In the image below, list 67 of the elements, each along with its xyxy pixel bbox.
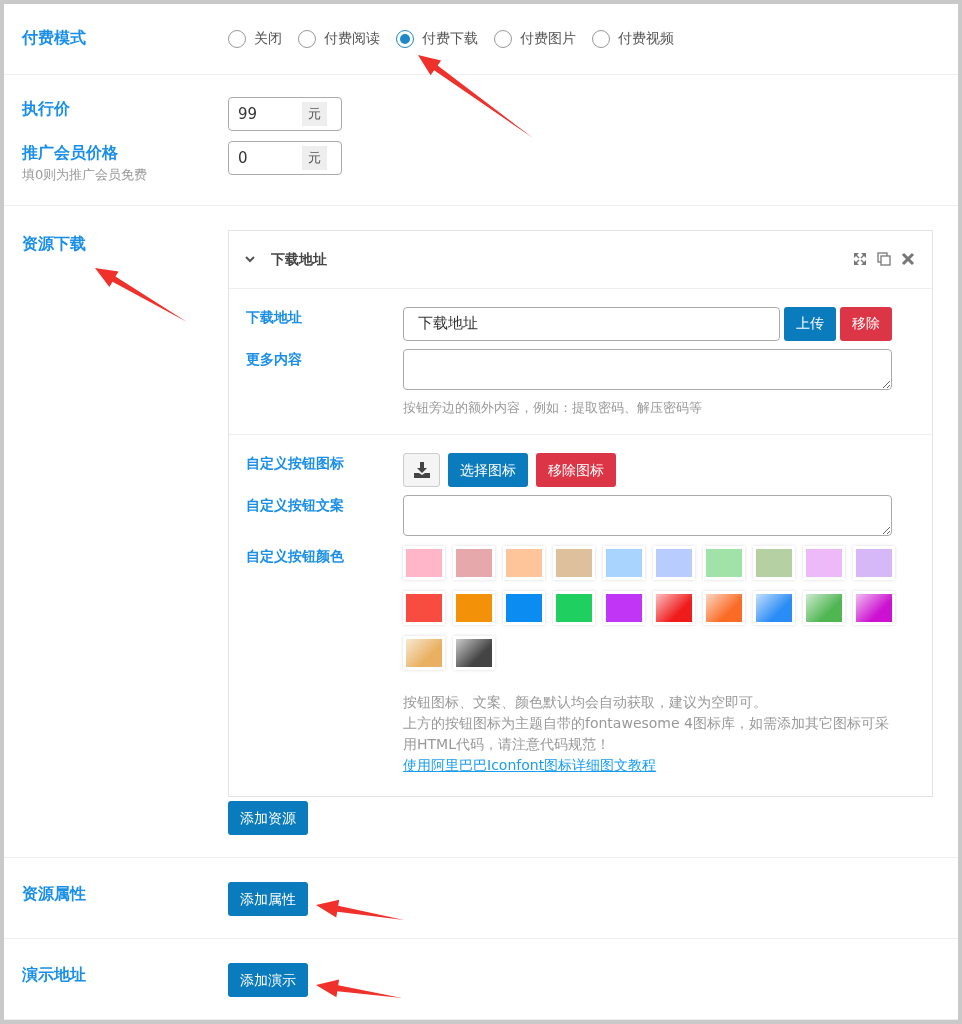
color-swatch[interactable]: [453, 546, 495, 580]
color-swatch[interactable]: [503, 546, 545, 580]
section-label: 资源属性: [22, 883, 87, 905]
radio-label[interactable]: 付费视频: [618, 28, 674, 49]
color-swatch[interactable]: [553, 591, 595, 625]
radio-button[interactable]: [228, 29, 246, 48]
radio-button[interactable]: [298, 29, 316, 48]
panel-title: 下载地址: [271, 249, 327, 269]
color-swatch[interactable]: [453, 636, 495, 670]
add-demo-button[interactable]: 添加演示: [228, 963, 308, 997]
remove-button[interactable]: 移除: [840, 306, 892, 341]
expand-icon[interactable]: [852, 251, 868, 267]
radio-label[interactable]: 关闭: [254, 28, 282, 49]
color-swatch[interactable]: [603, 546, 645, 580]
price-field[interactable]: 0 元: [228, 141, 342, 175]
color-swatch[interactable]: [853, 546, 895, 580]
upload-button[interactable]: 上传: [784, 306, 836, 341]
add-attribute-button[interactable]: 添加属性: [228, 882, 308, 916]
field-label: 更多内容: [246, 349, 303, 369]
color-swatch[interactable]: [803, 546, 845, 580]
color-swatch[interactable]: [753, 546, 795, 580]
chevron-icon[interactable]: [245, 255, 255, 263]
field-label: 推广会员价格: [22, 142, 119, 164]
hint-text: 按钮旁边的额外内容，例如：提取密码、解压密码等: [403, 398, 703, 417]
color-swatch[interactable]: [553, 546, 595, 580]
color-swatch[interactable]: [803, 591, 845, 625]
unit-label: 元: [302, 146, 327, 170]
field-label: 自定义按钮图标: [246, 454, 345, 473]
color-swatch[interactable]: [703, 591, 745, 625]
price-field[interactable]: 99 元: [228, 97, 342, 131]
section-label: 演示地址: [22, 964, 87, 986]
color-swatch[interactable]: [853, 591, 895, 625]
field-label: 自定义按钮颜色: [246, 547, 345, 566]
color-swatch[interactable]: [403, 636, 445, 670]
radio-label[interactable]: 付费下载: [422, 28, 478, 49]
text-area[interactable]: [403, 348, 892, 390]
field-label: 自定义按钮文案: [246, 496, 345, 515]
color-swatch[interactable]: [603, 591, 645, 625]
radio-button[interactable]: [592, 29, 610, 48]
copy-icon[interactable]: [876, 251, 892, 267]
radio-label[interactable]: 付费阅读: [324, 28, 380, 49]
add-resource-button[interactable]: 添加资源: [228, 801, 308, 835]
radio-button[interactable]: [494, 29, 512, 48]
hint-text: 填0则为推广会员免费: [22, 166, 149, 184]
field-label: 执行价: [22, 98, 71, 120]
section-label: 资源下载: [22, 232, 87, 255]
unit-label: 元: [302, 102, 327, 126]
remove-icon-button[interactable]: 移除图标: [536, 453, 616, 487]
note-text: 上方的按钮图标为主题自带的fontawesome 4图标库，如需添加其它图标可采用HTML代码，请注意代码规范！: [403, 714, 890, 754]
download-icon[interactable]: [403, 453, 440, 487]
color-swatch[interactable]: [703, 546, 745, 580]
text-area[interactable]: [403, 495, 892, 536]
color-swatch[interactable]: [753, 591, 795, 625]
radio-label[interactable]: 付费图片: [520, 28, 576, 49]
color-swatch[interactable]: [403, 546, 445, 580]
url-field[interactable]: 下载地址: [403, 306, 780, 341]
color-swatch[interactable]: [403, 591, 445, 625]
field-label: 下载地址: [246, 307, 303, 327]
close-icon[interactable]: [900, 251, 916, 267]
choose-icon-button[interactable]: 选择图标: [448, 453, 528, 487]
radio-button[interactable]: [396, 29, 414, 48]
note-text: 按钮图标、文案、颜色默认均会自动获取，建议为空即可。: [403, 693, 768, 712]
section-label: 付费模式: [22, 27, 87, 49]
color-swatch[interactable]: [453, 591, 495, 625]
color-swatch[interactable]: [653, 546, 695, 580]
color-swatch[interactable]: [503, 591, 545, 625]
color-swatch[interactable]: [653, 591, 695, 625]
